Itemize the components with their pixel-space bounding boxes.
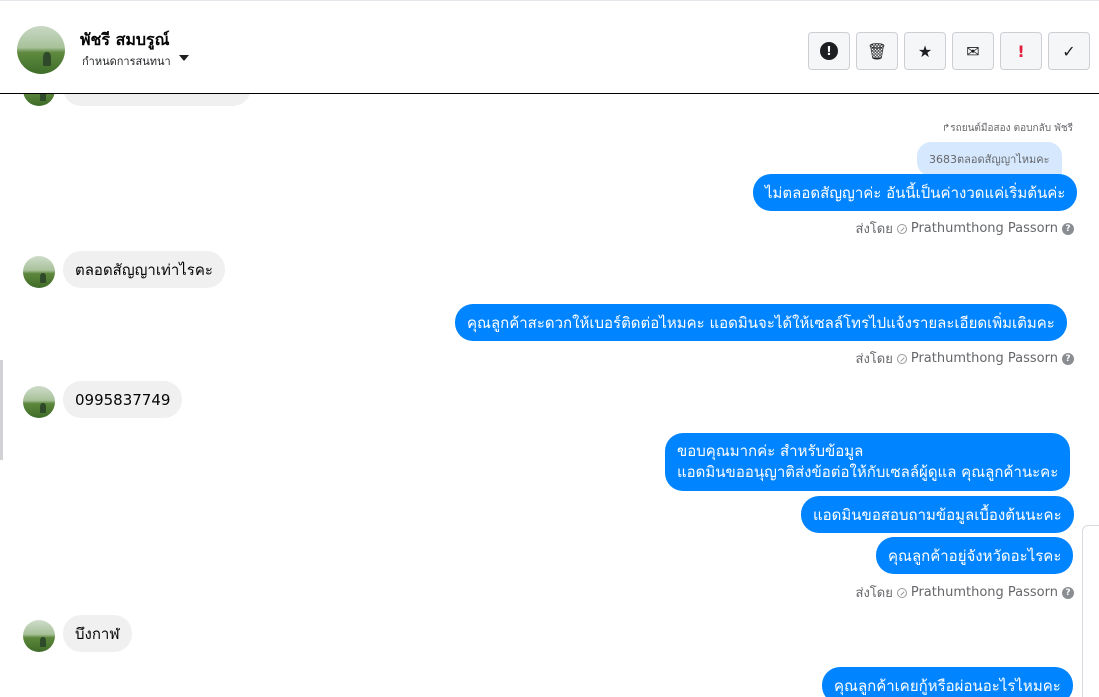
message-bubble-outgoing[interactable]: ไม่ตลอดสัญญาค่ะ อันนี้เป็นค่างวดแค่เริ่ม… xyxy=(753,174,1078,211)
agent-status-icon xyxy=(896,587,907,598)
message-text: ตลอดสัญญาเท่าไรคะ xyxy=(75,260,213,279)
message-text: 0995837749 xyxy=(75,390,171,409)
mark-important-button[interactable]: ! xyxy=(1000,32,1042,70)
conversation-header: พัชรี สมบรูณ์ กำหนดการสนทนา ! 🗑 ★ ✉ ! ✓ xyxy=(0,0,1099,94)
message-text: บึงกาฬ xyxy=(75,624,120,643)
help-icon[interactable]: ? xyxy=(1062,586,1074,599)
message-text: คุณลูกค้าอยู่จังหวัดอะไรคะ xyxy=(888,546,1062,565)
message-bubble-incoming[interactable]: บึงกาฬ xyxy=(63,615,132,652)
message-bubble-outgoing[interactable]: คุณลูกค้าสะดวกให้เบอร์ติดต่อไหมคะ แอดมิน… xyxy=(455,304,1067,341)
reply-context-note: ↱รถยนต์มือสอง ตอบกลับ พัชรี xyxy=(941,123,1073,134)
assign-conversation-label[interactable]: กำหนดการสนทนา xyxy=(82,52,171,70)
message-text-line-1: ขอบคุณมากค่ะ สำหรับข้อมูล xyxy=(677,442,864,460)
star-icon: ★ xyxy=(917,41,933,61)
message-text-line-2: แอดมินขออนุญาติส่งข้อต่อให้กับเซลล์ผู้ดู… xyxy=(677,463,1059,481)
contact-avatar-small xyxy=(23,620,55,652)
agent-status-icon xyxy=(896,223,907,234)
contact-name[interactable]: พัชรี สมบรูณ์ xyxy=(80,28,169,53)
star-button[interactable]: ★ xyxy=(904,32,946,70)
contact-avatar-small xyxy=(23,256,55,288)
scroll-indicator[interactable] xyxy=(0,360,3,460)
message-bubble-outgoing[interactable]: คุณลูกค้าเคยกู้หรือผ่อนอะไรไหมคะ xyxy=(822,667,1073,697)
message-text: คุณลูกค้าเคยกู้หรือผ่อนอะไรไหมคะ xyxy=(834,676,1061,695)
delete-button[interactable]: 🗑 xyxy=(856,32,898,70)
sent-by-line: ส่งโดย Prathumthong Passorn ? xyxy=(856,348,1074,369)
sent-by-prefix: ส่งโดย xyxy=(855,586,893,601)
sent-by-name[interactable]: Prathumthong Passorn xyxy=(911,585,1058,600)
message-text: แอดมินขอสอบถามข้อมูลเบื้องต้นนะคะ xyxy=(813,505,1062,524)
mail-icon: ✉ xyxy=(966,41,980,61)
message-text: คุณลูกค้าสะดวกให้เบอร์ติดต่อไหมคะ แอดมิน… xyxy=(467,313,1055,332)
help-icon[interactable]: ? xyxy=(1062,352,1074,365)
message-bubble-outgoing[interactable]: แอดมินขอสอบถามข้อมูลเบื้องต้นนะคะ xyxy=(801,496,1074,533)
contact-avatar[interactable] xyxy=(17,26,65,74)
contact-avatar-small xyxy=(23,386,55,418)
quoted-message[interactable]: 3683ตลอดสัญญาไหมคะ xyxy=(917,142,1062,176)
mark-done-button[interactable]: ✓ xyxy=(1048,32,1090,70)
exclamation-icon: ! xyxy=(1017,41,1025,61)
sent-by-line: ส่งโดย Prathumthong Passorn ? xyxy=(856,218,1074,239)
sent-by-prefix: ส่งโดย xyxy=(855,222,893,237)
message-bubble-incoming[interactable]: ตลอดสัญญาเท่าไรคะ xyxy=(63,251,225,288)
alert-circle-icon: ! xyxy=(820,42,838,60)
action-toolbar: ! 🗑 ★ ✉ ! ✓ xyxy=(808,32,1090,70)
help-icon[interactable]: ? xyxy=(1062,222,1074,235)
side-panel-edge xyxy=(1082,525,1099,697)
check-icon: ✓ xyxy=(1062,41,1076,61)
sent-by-prefix: ส่งโดย xyxy=(855,352,893,367)
message-bubble-outgoing[interactable]: คุณลูกค้าอยู่จังหวัดอะไรคะ xyxy=(876,537,1074,574)
message-bubble-incoming[interactable]: 0995837749 xyxy=(63,381,183,418)
chevron-down-icon[interactable] xyxy=(179,55,189,61)
sent-by-name[interactable]: Prathumthong Passorn xyxy=(911,351,1058,366)
sent-by-name[interactable]: Prathumthong Passorn xyxy=(911,221,1058,236)
sent-by-line: ส่งโดย Prathumthong Passorn ? xyxy=(856,582,1074,603)
message-text: ไม่ตลอดสัญญาค่ะ อันนี้เป็นค่างวดแค่เริ่ม… xyxy=(765,183,1066,202)
spam-button[interactable]: ! xyxy=(808,32,850,70)
agent-status-icon xyxy=(896,353,907,364)
message-bubble-outgoing[interactable]: ขอบคุณมากค่ะ สำหรับข้อมูล แอดมินขออนุญาต… xyxy=(665,433,1071,491)
trash-icon: 🗑 xyxy=(866,41,888,61)
mark-unread-button[interactable]: ✉ xyxy=(952,32,994,70)
